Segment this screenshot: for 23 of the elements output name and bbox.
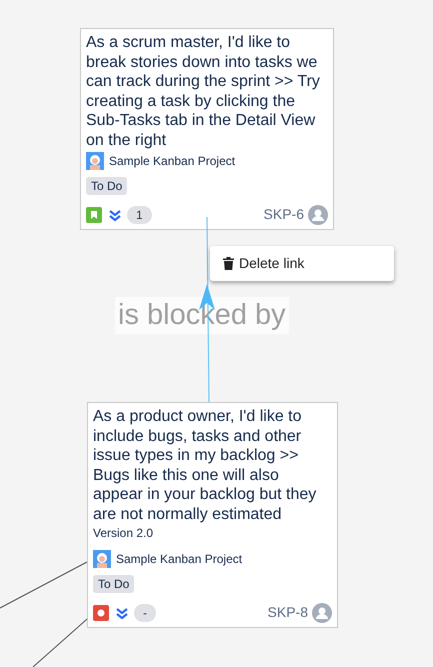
avatar-icon xyxy=(93,550,111,568)
chevrons-down-icon xyxy=(108,208,122,222)
delete-link-item[interactable]: Delete link xyxy=(210,253,394,274)
version-label: Version 2.0 xyxy=(93,525,154,542)
chevrons-down-icon xyxy=(115,606,129,620)
project-name: Sample Kanban Project xyxy=(116,551,242,568)
user-icon xyxy=(312,602,332,622)
status-badge: To Do xyxy=(86,177,128,195)
issue-summary: As a scrum master, I'd like to break stories down into tasks we can track during the sprint >> Try creating a task by clicking the Sub-Tasks tab in the Detail View on the right xyxy=(86,33,321,150)
user-icon xyxy=(308,204,328,224)
bookmark-icon xyxy=(86,206,102,222)
count-badge: 1 xyxy=(127,206,152,224)
count-badge: - xyxy=(134,604,156,622)
issue-card[interactable] xyxy=(87,402,338,628)
issue-key: SKP-8 xyxy=(268,602,308,623)
avatar-icon xyxy=(86,152,104,170)
trash-icon xyxy=(223,257,234,270)
issue-card[interactable] xyxy=(80,28,334,230)
issue-summary: As a product owner, I'd like to include bugs, tasks and other issue types in my backlog >> Bugs like this one will also appear in your backlog but they are not normally estimated xyxy=(93,407,318,524)
status-badge: To Do xyxy=(93,575,134,593)
bug-icon xyxy=(93,604,109,620)
issue-key: SKP-6 xyxy=(264,204,304,225)
project-name: Sample Kanban Project xyxy=(109,153,236,170)
